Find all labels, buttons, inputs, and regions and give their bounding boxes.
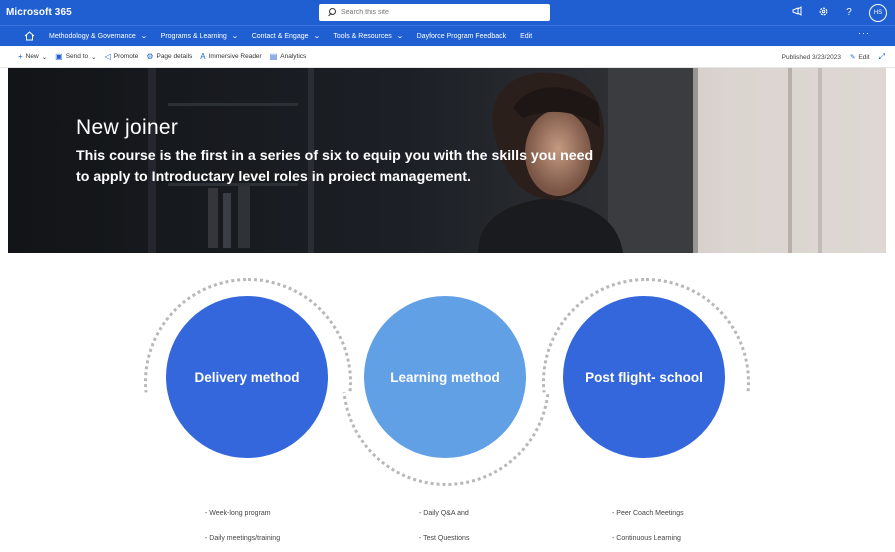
nav-label: Methodology & Governance — [49, 32, 136, 40]
list-item: - Peer Coach Meetings — [612, 510, 684, 517]
nav-programs-learning[interactable]: Programs & Learning ⌄ — [160, 32, 239, 41]
megaphone-icon[interactable] — [791, 6, 803, 19]
chevron-down-icon: ⌄ — [230, 33, 239, 40]
send-to-label: Send to — [65, 53, 89, 60]
help-icon[interactable]: ? — [843, 7, 855, 18]
learning-method-circle[interactable]: Learning method — [364, 296, 526, 458]
post-flight-school-circle[interactable]: Post flight- school — [563, 296, 725, 458]
new-button[interactable]: + New ⌄ — [18, 52, 47, 61]
gear-icon[interactable] — [817, 6, 829, 20]
command-bar: + New ⌄ ▣ Send to ⌄ ◁ Promote ⚙ Page details A… — [0, 46, 895, 68]
hero-title: New joiner — [76, 116, 179, 139]
hero-subtitle: This course is the first in a series of … — [76, 148, 594, 185]
list-item: - Daily Q&A and — [419, 510, 469, 517]
chevron-down-icon: ⌄ — [41, 53, 48, 61]
published-status: Published 3/23/2023 — [781, 53, 841, 61]
app-launcher-brand[interactable]: Microsoft 365 — [0, 7, 72, 18]
home-icon[interactable] — [18, 31, 40, 41]
send-to-button[interactable]: ▣ Send to ⌄ — [55, 52, 96, 61]
circle-label: Delivery method — [194, 369, 300, 385]
hub-navigation: Methodology & Governance ⌄ Programs & Lea… — [0, 25, 895, 46]
chevron-down-icon: ⌄ — [139, 33, 148, 40]
nav-tools-resources[interactable]: Tools & Resources ⌄ — [333, 32, 404, 41]
nav-label: Edit — [520, 32, 533, 40]
suite-actions: ? HS — [791, 0, 887, 25]
search-box[interactable] — [319, 4, 550, 21]
list-item: - Daily meetings/training — [205, 535, 281, 542]
list-item: - Week-long program — [205, 510, 271, 517]
analytics-label: Analytics — [280, 53, 307, 60]
delivery-bullets: - Week-long program - Daily meetings/tra… — [205, 510, 280, 552]
new-label: New — [25, 53, 39, 60]
analytics-icon: ▤ — [269, 52, 278, 61]
expand-icon[interactable]: ⤢ — [879, 52, 885, 62]
chevron-down-icon: ⌄ — [395, 33, 404, 40]
command-bar-right: Published 3/23/2023 ✎ Edit ⤢ — [782, 46, 885, 68]
page-details-label: Page details — [156, 53, 193, 60]
nav-label: Programs & Learning — [160, 32, 227, 40]
promote-label: Promote — [113, 53, 139, 60]
nav-label: Contact & Engage — [251, 32, 309, 40]
circle-label: Post flight- school — [585, 369, 703, 385]
chevron-down-icon: ⌄ — [91, 53, 97, 61]
analytics-button[interactable]: ▤ Analytics — [270, 52, 307, 61]
reader-icon: A — [200, 52, 206, 61]
methods-section: Delivery method Learning method Post fli… — [0, 270, 895, 490]
nav-contact-engage[interactable]: Contact & Engage ⌄ — [251, 32, 321, 41]
immersive-reader-button[interactable]: A Immersive Reader — [200, 52, 261, 61]
plus-icon: + — [18, 52, 23, 61]
edit-label: Edit — [858, 53, 870, 61]
immersive-reader-label: Immersive Reader — [208, 53, 262, 60]
chevron-down-icon: ⌄ — [312, 33, 321, 40]
hero-banner: New joiner This course is the first in a… — [8, 68, 886, 253]
post-flight-bullets: - Peer Coach Meetings - Continuous Learn… — [612, 510, 684, 552]
gear-icon: ⚙ — [146, 52, 154, 61]
avatar[interactable]: HS — [869, 3, 887, 22]
sharepoint-page: Microsoft 365 ? HS Methodology & Governa… — [0, 0, 895, 552]
more-icon[interactable]: ··· — [858, 28, 870, 38]
nav-label: Dayforce Program Feedback — [416, 32, 507, 40]
send-icon: ▣ — [55, 52, 63, 61]
list-item: - Test Questions — [419, 535, 470, 542]
nav-edit-link[interactable]: Edit — [520, 33, 532, 40]
search-icon — [327, 8, 336, 17]
nav-label: Tools & Resources — [333, 32, 392, 40]
edit-button[interactable]: ✎ Edit — [849, 53, 870, 62]
nav-dayforce-feedback[interactable]: Dayforce Program Feedback — [417, 33, 506, 40]
nav-methodology-governance[interactable]: Methodology & Governance ⌄ — [49, 32, 148, 41]
list-item: - Continuous Learning — [612, 535, 681, 542]
suite-bar: Microsoft 365 ? HS — [0, 0, 895, 25]
page-details-button[interactable]: ⚙ Page details — [146, 52, 192, 61]
promote-icon: ◁ — [104, 52, 111, 61]
delivery-method-circle[interactable]: Delivery method — [166, 296, 328, 458]
pencil-icon: ✎ — [849, 54, 856, 61]
learning-bullets: - Daily Q&A and - Test Questions — [419, 510, 469, 552]
circle-label: Learning method — [390, 369, 500, 385]
search-input[interactable] — [341, 9, 531, 16]
promote-button[interactable]: ◁ Promote — [105, 52, 139, 61]
